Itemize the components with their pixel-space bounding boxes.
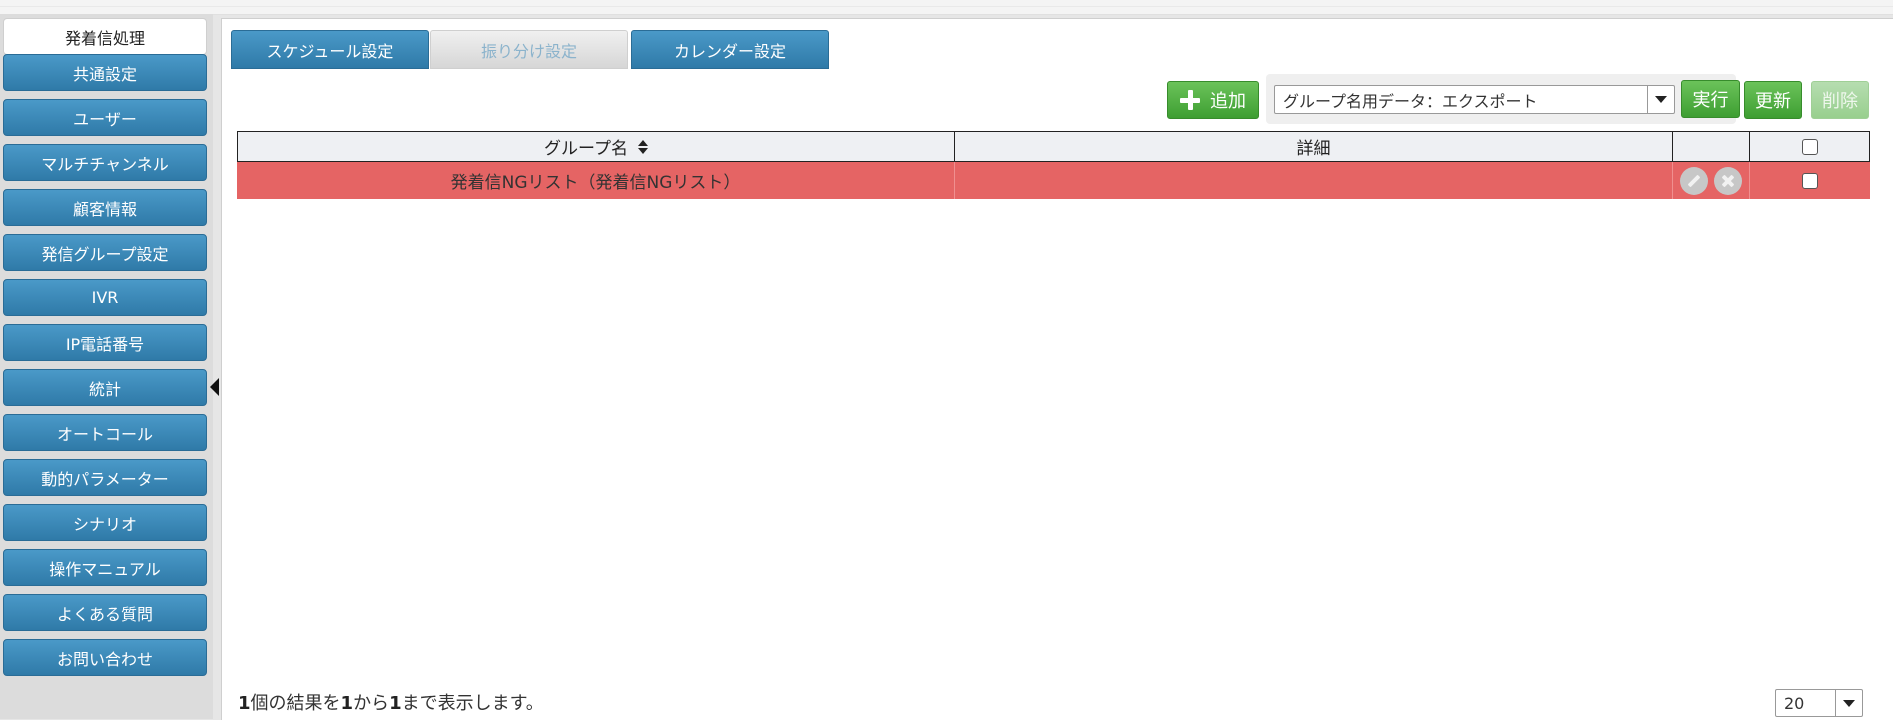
column-header-detail: 詳細 — [954, 132, 1672, 161]
table-row[interactable]: 発着信NGリスト（発着信NGリスト） — [237, 162, 1870, 199]
result-count: 1 — [238, 693, 251, 714]
column-header-group-name[interactable]: グループ名 — [238, 132, 954, 161]
sidebar-item-contact[interactable]: お問い合わせ — [3, 639, 207, 676]
edit-icon[interactable] — [1680, 166, 1708, 195]
sidebar-item-statistics[interactable]: 統計 — [3, 369, 207, 406]
sidebar: 発着信処理 共通設定 ユーザー マルチチャンネル 顧客情報 発信グループ設定 I… — [0, 14, 213, 719]
tab-schedule[interactable]: スケジュール設定 — [231, 30, 429, 69]
chevron-down-icon — [1647, 86, 1674, 113]
sidebar-item-multichannel[interactable]: マルチチャンネル — [3, 144, 207, 181]
sidebar-item-label: 顧客情報 — [72, 199, 137, 219]
cell-actions — [1672, 162, 1749, 199]
delete-row-icon[interactable] — [1714, 166, 1742, 195]
group-name-text: 発着信NGリスト（発着信NGリスト） — [450, 173, 741, 193]
sidebar-item-label: マルチチャンネル — [41, 154, 169, 174]
column-header-label: 詳細 — [1296, 139, 1331, 159]
sidebar-item-outbound-group[interactable]: 発信グループ設定 — [3, 234, 207, 271]
sidebar-item-label: お問い合わせ — [56, 649, 153, 669]
sidebar-item-label: 操作マニュアル — [49, 559, 161, 579]
cell-select — [1749, 162, 1870, 199]
sidebar-item-label: よくある質問 — [56, 604, 153, 624]
sidebar-item-label: 発信グループ設定 — [41, 244, 169, 264]
add-button[interactable]: 追加 — [1167, 81, 1259, 119]
sidebar-item-ip-phone[interactable]: IP電話番号 — [3, 324, 207, 361]
row-checkbox[interactable] — [1802, 172, 1818, 189]
result-text-part: から — [353, 693, 390, 714]
result-text-part: まで表示します。 — [401, 693, 544, 714]
cell-detail — [954, 162, 1672, 199]
sidebar-item-scenario[interactable]: シナリオ — [3, 504, 207, 541]
sidebar-item-autocall[interactable]: オートコール — [3, 414, 207, 451]
sidebar-collapse-arrow-icon[interactable] — [210, 378, 219, 396]
result-text-part: 個の結果を — [250, 693, 341, 714]
column-header-select — [1749, 132, 1869, 161]
sort-icon[interactable] — [637, 139, 648, 154]
sidebar-item-label: ユーザー — [73, 109, 137, 129]
sidebar-item-label: シナリオ — [72, 514, 137, 534]
result-summary: 1個の結果を1から1まで表示します。 — [238, 689, 544, 715]
cell-group-name: 発着信NGリスト（発着信NGリスト） — [237, 162, 954, 199]
result-from: 1 — [340, 693, 354, 714]
refresh-button-label: 更新 — [1755, 91, 1791, 112]
sidebar-item-ivr[interactable]: IVR — [3, 279, 207, 316]
select-all-checkbox[interactable] — [1801, 138, 1818, 155]
delete-button-label: 削除 — [1822, 91, 1858, 112]
per-page-select[interactable]: 20 — [1775, 689, 1863, 717]
tab-calendar[interactable]: カレンダー設定 — [631, 30, 829, 69]
export-controls: グループ名用データ：エクスポート 実行 — [1266, 74, 1740, 124]
chevron-down-icon — [1835, 690, 1862, 716]
plus-icon — [1180, 90, 1200, 110]
column-header-actions — [1672, 132, 1749, 161]
tab-label: スケジュール設定 — [266, 41, 394, 61]
add-button-label: 追加 — [1210, 91, 1246, 112]
sidebar-item-label: 発着信処理 — [64, 28, 145, 48]
refresh-button[interactable]: 更新 — [1744, 81, 1802, 119]
export-select[interactable]: グループ名用データ：エクスポート — [1274, 85, 1675, 114]
delete-button[interactable]: 削除 — [1811, 81, 1869, 119]
window-top-bar — [0, 0, 1893, 15]
run-button-label: 実行 — [1692, 90, 1729, 111]
result-to: 1 — [389, 693, 402, 714]
sidebar-item-common-settings[interactable]: 共通設定 — [3, 54, 207, 91]
sidebar-item-label: 動的パラメーター — [41, 469, 169, 489]
sidebar-item-label: オートコール — [56, 424, 153, 444]
group-table: グループ名 詳細 発着信NGリスト（発着信NGリスト） — [237, 131, 1870, 199]
tab-routing[interactable]: 振り分け設定 — [430, 30, 628, 69]
sidebar-item-label: IVR — [91, 288, 119, 307]
tab-label: 振り分け設定 — [480, 41, 577, 61]
tab-label: カレンダー設定 — [673, 41, 786, 61]
per-page-value: 20 — [1784, 693, 1805, 713]
sidebar-item-faq[interactable]: よくある質問 — [3, 594, 207, 631]
sidebar-item-call-processing[interactable]: 発着信処理 — [3, 18, 207, 55]
sidebar-item-manual[interactable]: 操作マニュアル — [3, 549, 207, 586]
sidebar-item-label: 共通設定 — [72, 64, 137, 84]
sidebar-item-users[interactable]: ユーザー — [3, 99, 207, 136]
export-select-value: グループ名用データ：エクスポート — [1283, 91, 1538, 111]
table-header: グループ名 詳細 — [237, 131, 1870, 162]
sidebar-item-dynamic-params[interactable]: 動的パラメーター — [3, 459, 207, 496]
column-header-label: グループ名 — [544, 139, 628, 159]
sidebar-item-label: IP電話番号 — [65, 334, 145, 354]
run-button[interactable]: 実行 — [1681, 80, 1740, 118]
main-panel: スケジュール設定 振り分け設定 カレンダー設定 追加 グループ名用データ：エクス… — [221, 18, 1893, 720]
sidebar-item-customer-info[interactable]: 顧客情報 — [3, 189, 207, 226]
sidebar-item-label: 統計 — [88, 379, 121, 399]
